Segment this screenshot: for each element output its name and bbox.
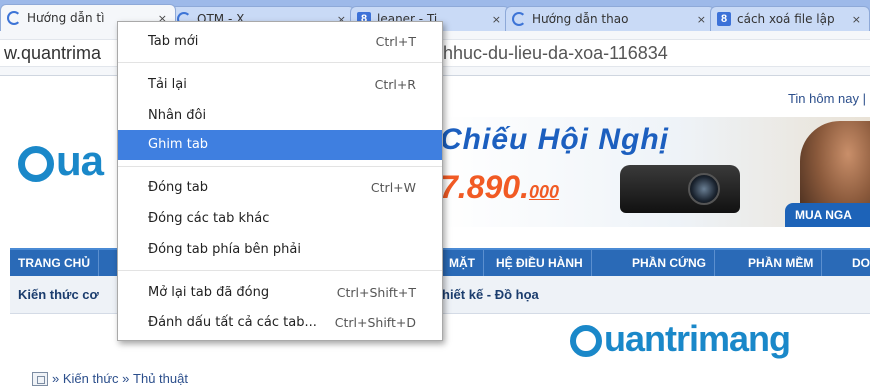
breadcrumb-thu-thuat[interactable]: Thủ thuật [133, 371, 188, 386]
breadcrumb: » Kiến thức » Thủ thuật [32, 371, 188, 386]
loading-icon [512, 12, 526, 26]
menu-separator [118, 62, 442, 63]
nav-phan-mem[interactable]: PHẦN MỀM [740, 250, 823, 276]
tab-cach-xoa[interactable]: 8 cách xoá file lập × [710, 6, 870, 31]
price-currency: 000 [528, 182, 560, 202]
menu-item-close-other-tabs[interactable]: Đóng các tab khác [118, 204, 442, 234]
site-logo[interactable]: ua [18, 137, 104, 185]
top-link-tin-hom-nay[interactable]: Tin hôm nay | [788, 91, 866, 106]
ad-banner[interactable]: Chiếu Hội Nghị 7.890.000 MUA NGA [440, 117, 870, 227]
close-icon[interactable]: × [492, 13, 501, 26]
url-text-start: w.quantrima [4, 43, 102, 63]
url-text-end: hhuc-du-lieu-da-xoa-116834 [443, 43, 668, 63]
projector-image [620, 165, 740, 213]
menu-item-shortcut: Ctrl+T [375, 34, 416, 49]
content-logo: uantrimang [570, 318, 791, 360]
breadcrumb-kien-thuc[interactable]: Kiến thức [63, 371, 119, 386]
menu-item-shortcut: Ctrl+R [374, 77, 416, 92]
tab-title: Hướng dẫn thao [532, 12, 629, 26]
logo-text: ua [56, 137, 104, 184]
menu-separator [118, 270, 442, 271]
nav-he-dieu-hanh[interactable]: HỆ ĐIỀU HÀNH [488, 250, 592, 276]
menu-item-duplicate[interactable]: Nhân đôi [118, 101, 442, 131]
nav-trang-chu[interactable]: TRANG CHỦ [10, 250, 99, 276]
tab-context-menu: Tab mới Ctrl+T Tải lại Ctrl+R Nhân đôi G… [117, 21, 443, 341]
breadcrumb-sep: » [122, 371, 130, 386]
menu-item-shortcut: Ctrl+W [370, 180, 416, 195]
menu-separator [118, 166, 442, 167]
tab-title: cách xoá file lập [737, 12, 835, 26]
menu-item-label: Nhân đôi [148, 108, 207, 123]
menu-item-close-tab[interactable]: Đóng tab Ctrl+W [118, 173, 442, 203]
menu-item-label: Tải lại [148, 77, 187, 92]
google-icon: 8 [717, 12, 731, 26]
menu-item-label: Mở lại tab đã đóng [148, 285, 270, 300]
menu-item-label: Đóng tab phía bên phải [148, 242, 301, 257]
menu-item-label: Đóng tab [148, 180, 208, 195]
logo-q-icon [570, 325, 602, 358]
menu-item-close-tabs-right[interactable]: Đóng tab phía bên phải [118, 235, 442, 265]
nav-phan-cung[interactable]: PHẦN CỨNG [624, 250, 715, 276]
logo-text: uantrimang [604, 318, 791, 359]
projector-lens [688, 173, 720, 205]
menu-item-shortcut: Ctrl+Shift+T [336, 285, 416, 300]
home-icon[interactable] [32, 371, 48, 386]
breadcrumb-sep: » [52, 371, 60, 386]
nav-mat[interactable]: MẶT [440, 250, 484, 276]
menu-item-pin-tab[interactable]: Ghim tab [118, 130, 442, 160]
subnav-thiet-ke[interactable]: hiết kế - Đồ họa [442, 287, 539, 302]
menu-item-label: Đóng các tab khác [148, 211, 270, 226]
menu-item-new-tab[interactable]: Tab mới Ctrl+T [118, 27, 442, 57]
menu-item-shortcut: Ctrl+Shift+D [334, 315, 416, 330]
menu-item-label: Ghim tab [148, 137, 209, 152]
close-icon[interactable]: × [697, 13, 706, 26]
banner-price: 7.890.000 [440, 169, 559, 206]
close-icon[interactable]: × [852, 13, 861, 26]
buy-now-button[interactable]: MUA NGA [785, 203, 870, 227]
logo-q-icon [18, 145, 54, 182]
nav-more[interactable]: DO [844, 250, 870, 276]
tab-huong-dan-thao[interactable]: Hướng dẫn thao × [505, 6, 715, 31]
menu-item-label: Đánh dấu tất cả các tab... [148, 315, 317, 330]
menu-item-bookmark-all-tabs[interactable]: Đánh dấu tất cả các tab... Ctrl+Shift+D [118, 308, 442, 338]
subnav-kien-thuc[interactable]: Kiến thức cơ [18, 287, 99, 302]
menu-item-reopen-closed-tab[interactable]: Mở lại tab đã đóng Ctrl+Shift+T [118, 278, 442, 308]
menu-item-reload[interactable]: Tải lại Ctrl+R [118, 70, 442, 100]
banner-title: Chiếu Hội Nghị [440, 123, 669, 156]
menu-item-label: Tab mới [148, 34, 199, 49]
loading-icon [7, 11, 21, 25]
price-value: 7.890. [440, 169, 529, 205]
